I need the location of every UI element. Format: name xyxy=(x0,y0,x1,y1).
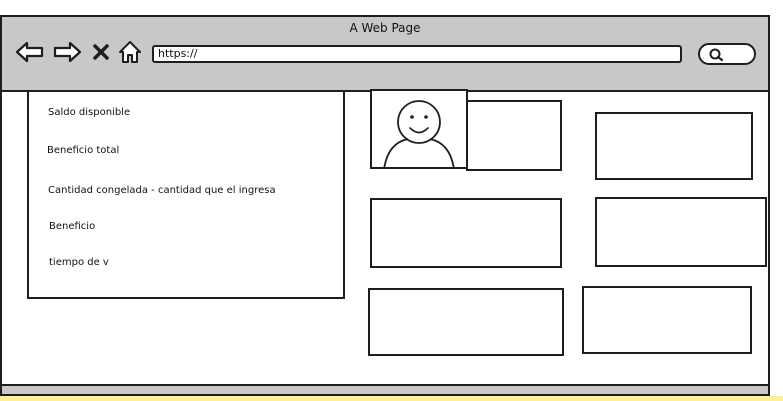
browser-toolbar: A Web Page https:// xyxy=(2,17,768,92)
content-box[interactable] xyxy=(370,198,562,268)
content-box[interactable] xyxy=(595,112,753,180)
bottom-band xyxy=(0,396,783,401)
home-icon[interactable] xyxy=(117,40,143,64)
list-item: tiempo de v xyxy=(49,257,109,268)
list-item: Saldo disponible xyxy=(48,107,131,118)
search-icon xyxy=(709,48,724,62)
list-item: Beneficio xyxy=(49,221,96,232)
content-box[interactable] xyxy=(582,286,752,354)
content-box[interactable] xyxy=(368,288,564,356)
list-item: Beneficio total xyxy=(47,145,120,156)
forward-arrow-icon[interactable] xyxy=(52,39,82,65)
profile-card[interactable] xyxy=(466,100,562,171)
url-input[interactable]: https:// xyxy=(152,45,682,63)
window-title: A Web Page xyxy=(349,21,421,35)
back-arrow-icon[interactable] xyxy=(15,39,45,65)
status-bar xyxy=(2,384,768,394)
info-panel: Saldo disponible Beneficio total Cantida… xyxy=(27,90,345,299)
content-box[interactable] xyxy=(595,197,767,267)
list-item: Cantidad congelada - cantidad que el ing… xyxy=(48,185,276,196)
close-x-icon[interactable] xyxy=(92,43,110,61)
search-button[interactable] xyxy=(698,43,756,65)
avatar xyxy=(370,89,468,169)
user-avatar-icon xyxy=(383,100,455,167)
